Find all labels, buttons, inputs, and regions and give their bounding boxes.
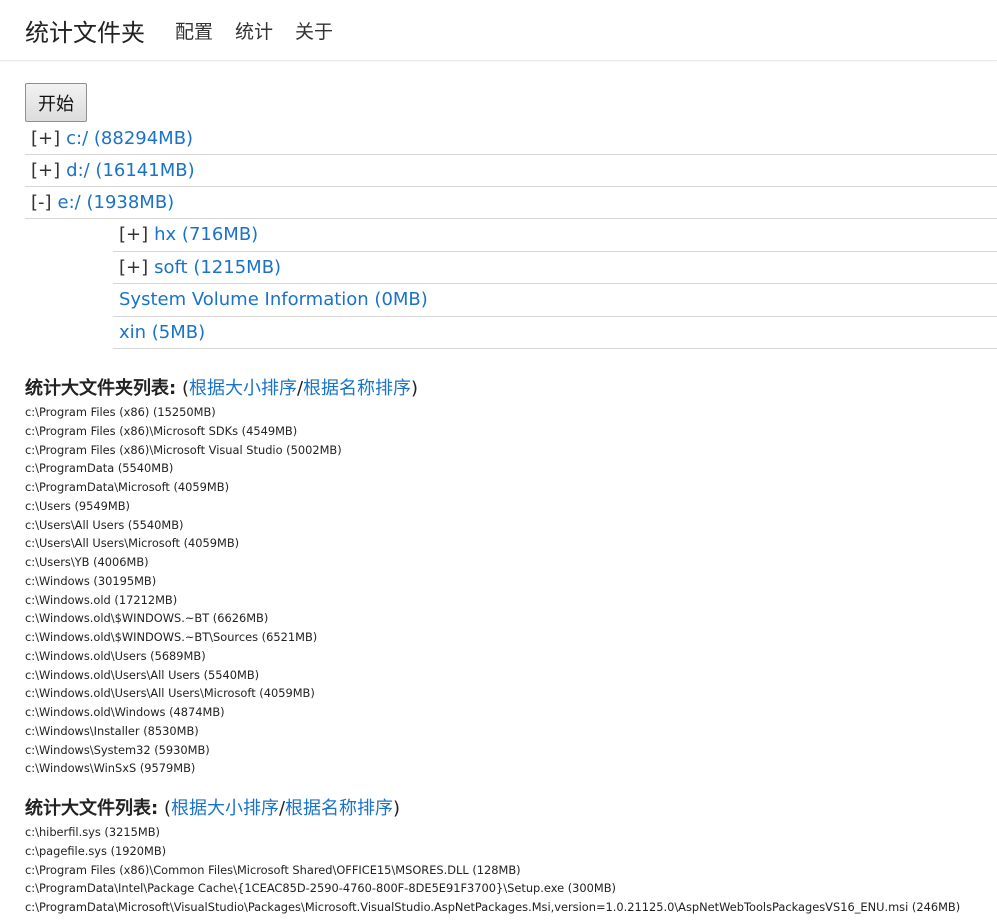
large-files-list: c:\hiberfil.sys (3215MB) c:\pagefile.sys… (25, 823, 997, 917)
list-item: c:\Windows\Installer (8530MB) (25, 723, 199, 738)
folder-tree: [+] c:/ (88294MB) [+] d:/ (16141MB) [-] … (25, 123, 997, 349)
list-item: c:\Windows\WinSxS (9579MB) (25, 761, 196, 776)
sort-folders-by-name-link[interactable]: 根据名称排序 (303, 378, 411, 399)
list-item: c:\Users (9549MB) (25, 498, 130, 513)
sort-folders-by-size-link[interactable]: 根据大小排序 (189, 378, 297, 399)
sort-files-by-name-link[interactable]: 根据名称排序 (285, 798, 393, 819)
drive-link-c[interactable]: c:/ (88294MB) (66, 128, 193, 149)
tree-row-folder-soft: [+] soft (1215MB) (113, 252, 997, 284)
sort-files-by-size-link[interactable]: 根据大小排序 (171, 798, 279, 819)
nav-stats[interactable]: 统计 (235, 17, 273, 44)
large-files-title: 统计大文件列表: (25, 798, 159, 819)
list-item: c:\hiberfil.sys (3215MB) (25, 825, 160, 839)
list-item: c:\Windows.old\$WINDOWS.~BT (6626MB) (25, 611, 269, 626)
brand-title[interactable]: 统计文件夹 (25, 13, 145, 48)
folder-link-xin[interactable]: xin (5MB) (119, 322, 205, 343)
tree-row-drive-e: [-] e:/ (1938MB) (25, 187, 997, 219)
paren-open: ( (163, 798, 171, 819)
list-item: c:\Windows.old\$WINDOWS.~BT\Sources (652… (25, 630, 318, 644)
nav-config[interactable]: 配置 (175, 17, 213, 44)
list-item: c:\pagefile.sys (1920MB) (25, 843, 167, 858)
list-item: c:\ProgramData\Microsoft\VisualStudio\Pa… (25, 900, 961, 914)
list-item: c:\Windows.old (17212MB) (25, 592, 178, 607)
collapse-toggle[interactable]: [-] (31, 192, 52, 213)
list-item: c:\Users\All Users (5540MB) (25, 517, 184, 532)
tree-row-drive-c: [+] c:/ (88294MB) (25, 123, 997, 155)
start-button[interactable]: 开始 (25, 83, 87, 122)
large-folders-title: 统计大文件夹列表: (25, 378, 177, 399)
list-item: c:\Users\YB (4006MB) (25, 555, 149, 569)
list-item: c:\ProgramData (5540MB) (25, 461, 174, 476)
list-item: c:\Program Files (x86) (15250MB) (25, 405, 216, 419)
tree-row-folder-hx: [+] hx (716MB) (113, 219, 997, 252)
list-item: c:\ProgramData\Intel\Package Cache\{1CEA… (25, 881, 616, 896)
expand-toggle[interactable]: [+] (31, 128, 60, 149)
list-item: c:\ProgramData\Microsoft (4059MB) (25, 480, 230, 494)
folder-link-hx[interactable]: hx (716MB) (154, 224, 258, 245)
paren-close: ) (393, 798, 401, 819)
tree-row-folder-system-volume: System Volume Information (0MB) (113, 284, 997, 317)
expand-toggle[interactable]: [+] (119, 257, 148, 278)
list-item: c:\Windows.old\Windows (4874MB) (25, 705, 225, 719)
list-item: c:\Users\All Users\Microsoft (4059MB) (25, 536, 240, 551)
list-item: c:\Windows.old\Users\All Users\Microsoft… (25, 686, 315, 701)
list-item: c:\Program Files (x86)\Microsoft Visual … (25, 442, 342, 457)
list-item: c:\Program Files (x86)\Microsoft SDKs (4… (25, 423, 298, 438)
large-files-heading: 统计大文件列表: (根据大小排序/根据名称排序) (25, 794, 997, 820)
drive-e-children: [+] hx (716MB) [+] soft (1215MB) System … (25, 219, 997, 349)
paren-close: ) (411, 378, 419, 399)
large-folders-list: c:\Program Files (x86) (15250MB) c:\Prog… (25, 403, 997, 778)
list-item: c:\Windows\System32 (5930MB) (25, 742, 210, 757)
tree-row-drive-d: [+] d:/ (16141MB) (25, 155, 997, 187)
paren-open: ( (181, 378, 189, 399)
tree-row-folder-xin: xin (5MB) (113, 317, 997, 349)
list-item: c:\Program Files (x86)\Common Files\Micr… (25, 862, 521, 877)
folder-link-system-volume-information[interactable]: System Volume Information (0MB) (119, 289, 428, 310)
list-item: c:\Windows.old\Users\All Users (5540MB) (25, 667, 260, 682)
list-item: c:\Windows (30195MB) (25, 573, 157, 588)
large-folders-heading: 统计大文件夹列表: (根据大小排序/根据名称排序) (25, 374, 997, 400)
expand-toggle[interactable]: [+] (119, 224, 148, 245)
list-item: c:\Windows.old\Users (5689MB) (25, 648, 206, 663)
expand-toggle[interactable]: [+] (31, 160, 60, 181)
drive-link-d[interactable]: d:/ (16141MB) (66, 160, 194, 181)
folder-link-soft[interactable]: soft (1215MB) (154, 257, 281, 278)
drive-link-e[interactable]: e:/ (1938MB) (58, 192, 175, 213)
main-content: 开始 [+] c:/ (88294MB) [+] d:/ (16141MB) [… (0, 61, 997, 917)
nav-about[interactable]: 关于 (295, 17, 333, 44)
navbar: 统计文件夹 配置 统计 关于 (0, 0, 997, 61)
